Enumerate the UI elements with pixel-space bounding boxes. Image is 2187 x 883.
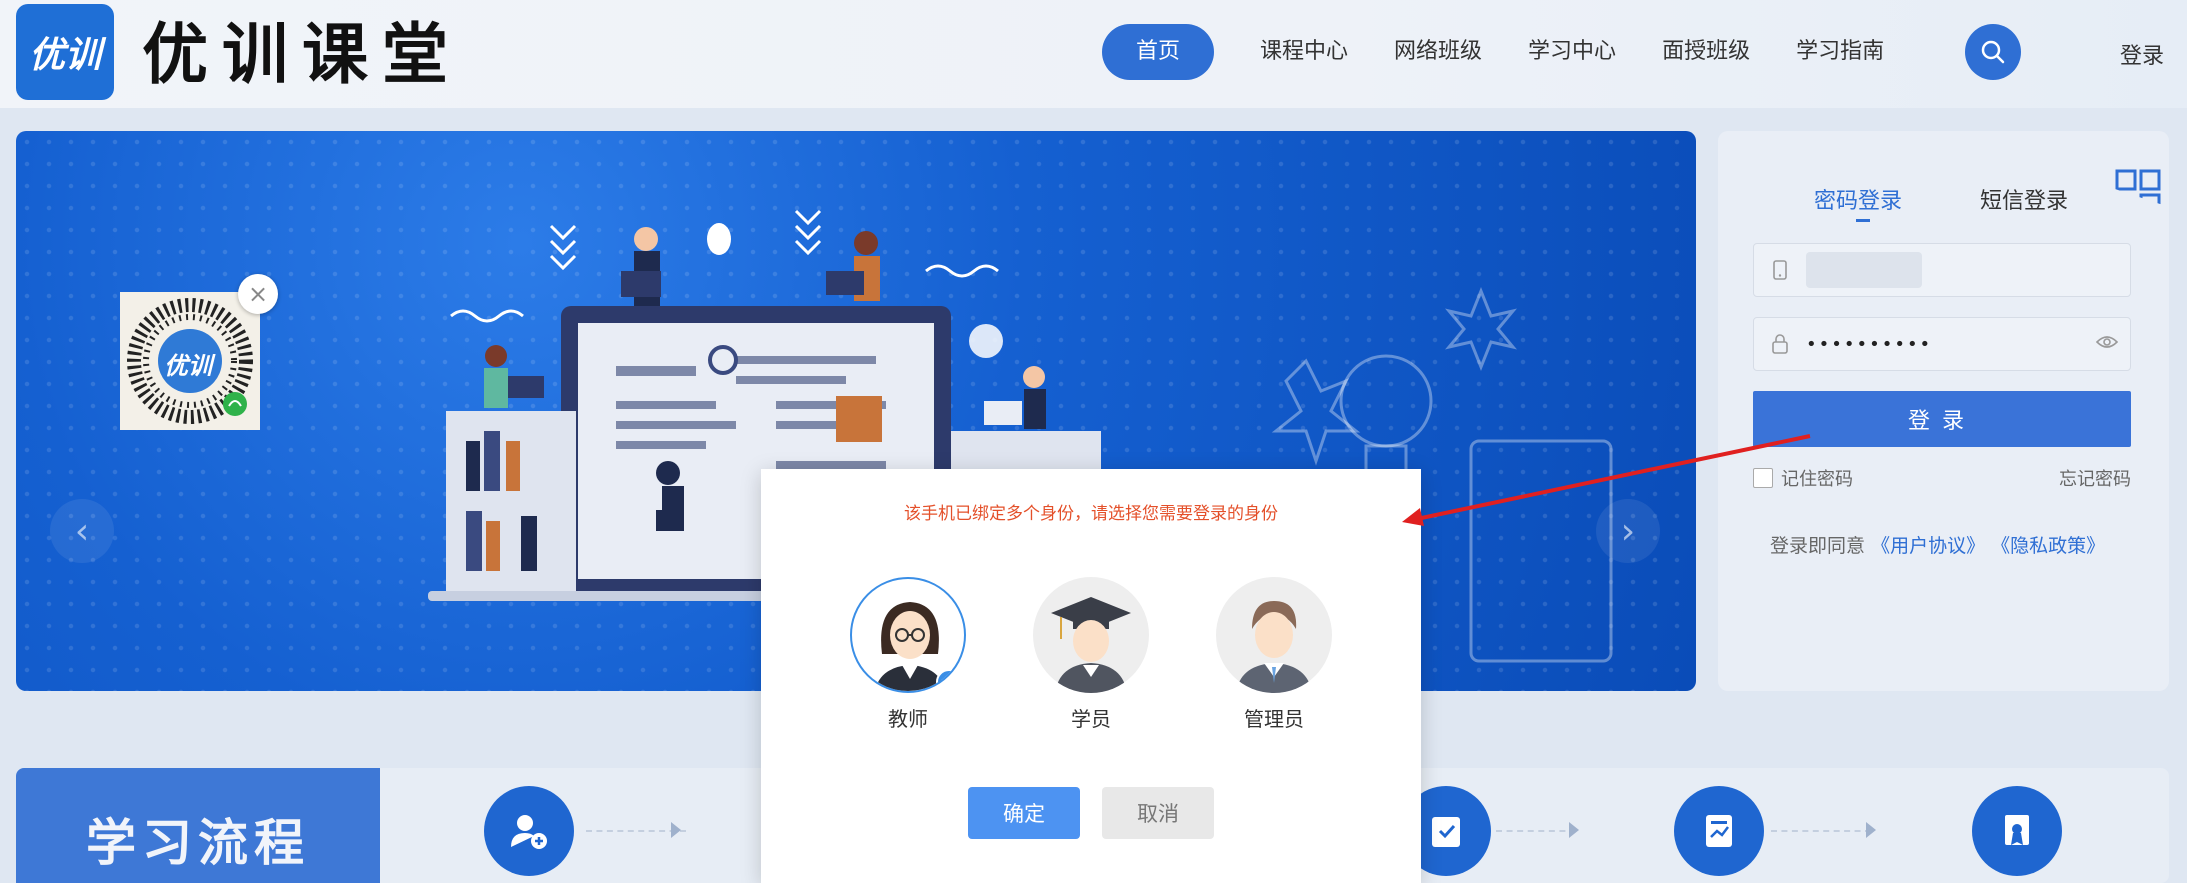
site-logo-text: 优训课堂: [142, 15, 462, 93]
password-field[interactable]: ••••••••••: [1753, 317, 2131, 371]
privacy-policy-link[interactable]: 《隐私政策》: [1991, 535, 2105, 557]
cancel-button[interactable]: 取消: [1102, 787, 1214, 839]
step-exam[interactable]: [1674, 786, 1764, 876]
close-icon: ×: [247, 280, 269, 308]
role-option-teacher[interactable]: 教师: [850, 577, 966, 732]
tab-sms-login[interactable]: 短信登录: [1980, 183, 2068, 215]
role-select-dialog: 该手机已绑定多个身份，请选择您需要登录的身份 教师 学员 管理员 确定 取消: [761, 469, 1421, 883]
agreement-line: 登录即同意 《用户协议》 《隐私政策》: [1770, 531, 2105, 558]
step-connector: [1496, 830, 1576, 832]
lock-icon: [1754, 334, 1806, 354]
forgot-password-link[interactable]: 忘记密码: [2059, 465, 2131, 491]
chevron-right-icon: ›: [1620, 510, 1636, 552]
confirm-button[interactable]: 确定: [968, 787, 1080, 839]
selected-check-icon: [936, 669, 962, 691]
login-submit-button[interactable]: 登录: [1753, 391, 2131, 447]
nav-item-learning-center[interactable]: 学习中心: [1528, 24, 1616, 80]
remember-password[interactable]: 记住密码: [1753, 465, 1853, 491]
role-option-student[interactable]: 学员: [1033, 577, 1149, 732]
role-option-admin[interactable]: 管理员: [1216, 577, 1332, 732]
phone-field[interactable]: [1753, 243, 2131, 297]
step-certificate[interactable]: [1972, 786, 2062, 876]
admin-avatar: [1216, 577, 1332, 693]
role-label: 管理员: [1244, 707, 1304, 731]
search-icon: [1981, 40, 2005, 64]
banner-prev-button[interactable]: ‹: [50, 499, 114, 563]
step-arrow-icon: [1569, 822, 1579, 838]
main-nav: 首页 课程中心 网络班级 学习中心 面授班级 学习指南: [1102, 24, 1930, 80]
step-register[interactable]: [484, 786, 574, 876]
header-login-link[interactable]: 登录: [2120, 38, 2164, 70]
password-value: ••••••••••: [1806, 333, 1933, 355]
qr-logo-text: 优训: [164, 352, 212, 380]
step-connector: [1771, 830, 1871, 832]
process-title: 学习流程: [16, 768, 380, 883]
certificate-icon: [2005, 815, 2029, 845]
phone-value-blurred: [1806, 252, 1922, 288]
login-panel: 密码登录 短信登录 •••••••••• 登录 记住密码 忘记密码 登录即同意 …: [1718, 131, 2169, 691]
logo-mark-text: 优训: [28, 34, 101, 76]
logo-mark[interactable]: 优训: [16, 4, 114, 100]
eye-icon[interactable]: [2096, 334, 2118, 350]
nav-item-home[interactable]: 首页: [1102, 24, 1215, 80]
step-arrow-icon: [671, 822, 681, 838]
tab-password-login[interactable]: 密码登录: [1814, 183, 1902, 215]
banner-next-button[interactable]: ›: [1596, 499, 1660, 563]
nav-item-offline-classes[interactable]: 面授班级: [1662, 24, 1750, 80]
remember-label: 记住密码: [1781, 469, 1853, 490]
phone-icon: [1754, 260, 1806, 280]
top-header: 优训 优训课堂 首页 课程中心 网络班级 学习中心 面授班级 学习指南 登录: [0, 0, 2187, 108]
user-agreement-link[interactable]: 《用户协议》: [1871, 535, 1985, 557]
agree-prefix: 登录即同意: [1770, 535, 1866, 557]
qr-login-icon[interactable]: [2109, 167, 2169, 227]
role-label: 教师: [888, 707, 928, 731]
nav-item-online-classes[interactable]: 网络班级: [1394, 24, 1482, 80]
add-user-icon: [511, 815, 547, 849]
nav-item-courses[interactable]: 课程中心: [1260, 24, 1348, 80]
remember-checkbox[interactable]: [1753, 468, 1773, 488]
qr-close-button[interactable]: ×: [238, 274, 278, 314]
document-chart-icon: [1706, 815, 1732, 847]
teacher-avatar: [850, 577, 966, 693]
role-label: 学员: [1071, 707, 1111, 731]
chevron-left-icon: ‹: [74, 510, 90, 552]
active-tab-indicator: [1856, 219, 1870, 222]
miniprogram-qr-card: 优训: [120, 292, 260, 430]
nav-item-guide[interactable]: 学习指南: [1796, 24, 1884, 80]
dialog-message: 该手机已绑定多个身份，请选择您需要登录的身份: [904, 504, 1278, 524]
clipboard-check-icon: [1432, 817, 1460, 847]
student-avatar: [1033, 577, 1149, 693]
step-arrow-icon: [1866, 822, 1876, 838]
search-button[interactable]: [1965, 24, 2021, 80]
